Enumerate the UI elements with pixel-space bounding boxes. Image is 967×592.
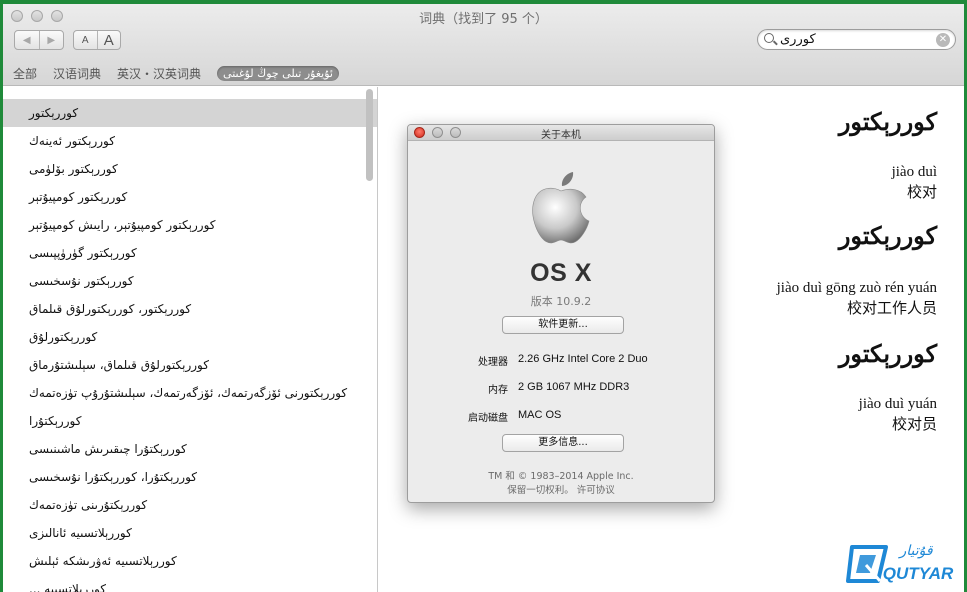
about-title: 关于本机 — [541, 130, 581, 141]
dictionary-scope-bar: 全部 汉语词典 英汉・汉英词典 ئۇيغۇر تىلى چوڭ لۇغىتى — [13, 62, 339, 84]
list-item[interactable]: كوررېكتۇرا، كوررېكتۇرا نۇسخىسى — [3, 463, 377, 491]
watermark-latin: QUTYAR — [883, 564, 954, 583]
entry-pinyin: jiào duì yuán — [858, 396, 937, 412]
about-titlebar: 关于本机 — [408, 125, 714, 141]
font-size-control: A A — [73, 30, 121, 50]
back-icon[interactable]: ◀ — [15, 31, 39, 49]
list-item[interactable]: كوررېكتۇرا — [3, 407, 377, 435]
rights-text: 保留一切权利。 许可协议 — [507, 485, 615, 496]
clear-search-icon[interactable]: ✕ — [936, 33, 950, 47]
toolbar: 词典（找到了 95 个） ◀ ▶ A A كوررى ✕ 全部 汉语词典 英汉・… — [3, 4, 964, 86]
list-item[interactable]: كوررېلاتسىيە ئەۋرىشكە ئېلىش — [3, 547, 377, 575]
window-title: 词典（找到了 95 个） — [419, 12, 548, 27]
list-item[interactable]: كوررېكتور — [3, 99, 377, 127]
list-item[interactable]: كوررېلاتسىيە ئانالىزى — [3, 519, 377, 547]
list-item[interactable]: كوررېكتور بۆلۈمى — [3, 155, 377, 183]
qutyar-logo-icon: قۇتيار QUTYAR — [846, 543, 954, 583]
search-icon — [764, 33, 774, 43]
about-this-mac-dialog: 关于本机 OS X 版本 10.9.2 软件更新... 处理器 2.26 GHz… — [407, 124, 715, 503]
forward-icon[interactable]: ▶ — [38, 31, 64, 49]
os-version: 版本 10.9.2 — [530, 295, 592, 308]
watermark-script: قۇتيار — [897, 543, 933, 559]
search-field[interactable]: كوررى ✕ — [757, 29, 956, 50]
entry-headword: كوررېكتور — [838, 339, 937, 368]
qutyar-watermark: قۇتيار QUTYAR — [846, 537, 962, 587]
copyright-text: TM 和 © 1983–2014 Apple Inc. — [488, 471, 634, 482]
list-item[interactable]: كوررېكتورلۇق قىلماق، سېلىشتۇرماق — [3, 351, 377, 379]
list-item[interactable]: كوررېكتور نۇسخىسى — [3, 267, 377, 295]
processor-label: 处理器 — [478, 357, 508, 368]
entry-headword: كوررېكتور — [838, 221, 937, 250]
scope-tab-uyghur[interactable]: ئۇيغۇر تىلى چوڭ لۇغىتى — [217, 65, 339, 81]
decrease-font-button[interactable]: A — [74, 31, 97, 49]
scope-tab-all[interactable]: 全部 — [13, 65, 37, 82]
results-sidebar: كوررېكتور كوررېكتور ئەينەك كوررېكتور بۆل… — [3, 87, 378, 592]
list-item[interactable]: كوررېكتۇرا چىقىرىش ماشىنىسى — [3, 435, 377, 463]
list-item[interactable]: كوررېكتور گۈرۈپپىسى — [3, 239, 377, 267]
list-item[interactable]: كوررېكتور ئەينەك — [3, 127, 377, 155]
list-item[interactable]: كوررېكتورلۇق — [3, 323, 377, 351]
entry-headword: كوررېكتور — [838, 107, 937, 136]
list-item[interactable]: كوررېكتور كومپيۇتېر، رايىش كومپيۇتېر — [3, 211, 377, 239]
entry-translation: 校对工作人员 — [846, 299, 937, 317]
entry-pinyin: jiào duì gōng zuò rén yuán — [776, 280, 937, 296]
entry-pinyin: jiào duì — [891, 164, 937, 180]
sidebar-scrollbar[interactable] — [366, 89, 373, 181]
processor-value: 2.26 GHz Intel Core 2 Duo — [518, 353, 648, 365]
memory-label: 内存 — [488, 385, 508, 396]
entry-3: كوررېكتور jiào duì yuán 校对员 — [839, 339, 937, 434]
entry-translation: 校对 — [906, 183, 937, 201]
list-item[interactable]: كوررېكتور، كوررېكتورلۇق قىلماق — [3, 295, 377, 323]
startup-disk-value: MAC OS — [518, 409, 562, 421]
list-item[interactable]: كوررېكتورنى ئۆزگەرتمەك، ئۆزگەرتمەك، سېلى… — [3, 379, 377, 407]
startup-disk-label: 启动磁盘 — [468, 413, 508, 424]
os-name: OS X — [530, 259, 592, 287]
list-item[interactable]: كوررېكتور كومپيۇتېر — [3, 183, 377, 211]
memory-value: 2 GB 1067 MHz DDR3 — [518, 381, 630, 393]
list-item[interactable]: كوررېكتۇرىنى تۈزەتمەك — [3, 491, 377, 519]
increase-font-button[interactable]: A — [96, 31, 121, 49]
more-info-button[interactable]: 更多信息... — [502, 434, 624, 452]
entry-2: كوررېكتور jiào duì gōng zuò rén yuán 校对工… — [777, 221, 937, 318]
apple-logo-icon — [532, 172, 590, 244]
scope-tab-chinese[interactable]: 汉语词典 — [53, 65, 101, 82]
scope-tab-english-chinese[interactable]: 英汉・汉英词典 — [117, 65, 201, 82]
entry-translation: 校对员 — [891, 415, 937, 433]
software-update-button[interactable]: 软件更新... — [502, 316, 624, 334]
list-item[interactable]: كوررېلاتسىيە ... — [3, 575, 377, 592]
search-input-value[interactable]: كوررى — [780, 32, 816, 47]
history-nav: ◀ ▶ — [14, 30, 64, 50]
entry-1: كوررېكتور jiào duì 校对 — [839, 107, 937, 202]
